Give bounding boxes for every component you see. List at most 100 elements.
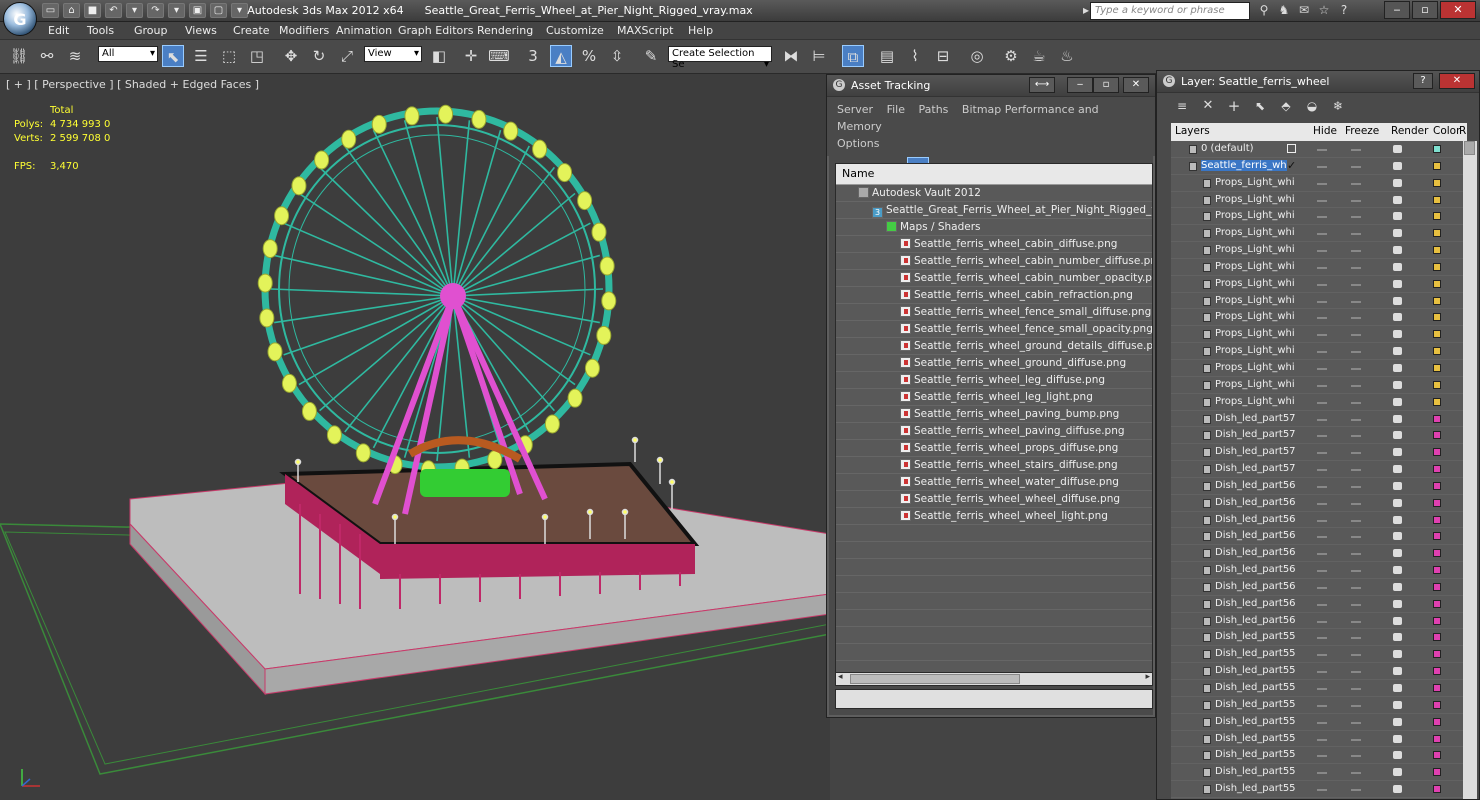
layer-color-swatch[interactable] xyxy=(1433,582,1441,591)
teapot-render-icon[interactable] xyxy=(1393,347,1402,356)
layer-hide-toggle[interactable] xyxy=(1317,250,1327,253)
layer-name[interactable]: Props_Light_whi xyxy=(1215,177,1301,188)
layer-hide-toggle[interactable] xyxy=(1317,502,1327,505)
teapot-render-icon[interactable] xyxy=(1393,414,1402,423)
layer-row[interactable]: Dish_led_part55 xyxy=(1171,781,1463,798)
layer-freeze-toggle[interactable] xyxy=(1351,620,1361,623)
layer-hide-toggle[interactable] xyxy=(1317,165,1327,168)
layer-row[interactable]: Dish_led_part56 xyxy=(1171,495,1463,512)
menu-modifiers[interactable]: Modifiers xyxy=(279,24,329,37)
layer-freeze-toggle[interactable] xyxy=(1351,266,1361,269)
maximize-button[interactable]: ▫ xyxy=(1412,1,1438,19)
create-layer-icon[interactable]: ≡ xyxy=(1171,95,1193,117)
layer-hide-toggle[interactable] xyxy=(1317,216,1327,219)
asset-tree-row[interactable]: Seattle_ferris_wheel_cabin_refraction.pn… xyxy=(836,287,1152,304)
layer-freeze-toggle[interactable] xyxy=(1351,721,1361,724)
layer-color-swatch[interactable] xyxy=(1433,667,1441,676)
layer-freeze-toggle[interactable] xyxy=(1351,384,1361,387)
layer-freeze-toggle[interactable] xyxy=(1351,317,1361,320)
asset-menu-file[interactable]: File xyxy=(887,103,905,116)
menu-create[interactable]: Create xyxy=(233,24,270,37)
layer-row[interactable]: 0 (default) xyxy=(1171,141,1463,158)
asset-tree-row[interactable]: Autodesk Vault 2012 xyxy=(836,185,1152,202)
graphite-toolbar-icon[interactable]: ▤ xyxy=(876,45,898,67)
layer-freeze-toggle[interactable] xyxy=(1351,485,1361,488)
select-object-icon[interactable]: ⬉ xyxy=(162,45,184,67)
layer-color-swatch[interactable] xyxy=(1433,313,1441,322)
layer-name[interactable]: Dish_led_part56 xyxy=(1215,581,1301,592)
layer-hide-toggle[interactable] xyxy=(1317,266,1327,269)
teapot-render-icon[interactable] xyxy=(1393,195,1402,204)
layer-name[interactable]: Dish_led_part55 xyxy=(1215,682,1301,693)
layer-row[interactable]: Dish_led_part55 xyxy=(1171,629,1463,647)
layer-hide-toggle[interactable] xyxy=(1317,755,1327,758)
layer-name[interactable]: Dish_led_part57 xyxy=(1215,429,1301,440)
layer-name[interactable]: Props_Light_whi xyxy=(1215,379,1301,390)
layer-color-swatch[interactable] xyxy=(1433,229,1441,238)
layer-freeze-toggle[interactable] xyxy=(1351,654,1361,657)
current-layer-icon[interactable] xyxy=(1287,144,1296,153)
named-selection-dropdown[interactable]: Create Selection Se ▾ xyxy=(668,46,772,70)
asset-menu-server[interactable]: Server xyxy=(837,103,873,116)
asset-tree-view[interactable]: Name Autodesk Vault 2012 3 Seattle_Great_F… xyxy=(835,163,1153,673)
layer-row[interactable]: Props_Light_whi xyxy=(1171,343,1463,360)
layer-name[interactable]: Dish_led_part57 xyxy=(1215,446,1301,457)
delete-layer-icon[interactable]: ✕ xyxy=(1197,95,1219,117)
radiosity-column-header[interactable]: R xyxy=(1459,125,1466,137)
add-to-layer-icon[interactable]: + xyxy=(1223,95,1245,117)
teapot-render-icon[interactable] xyxy=(1393,498,1402,507)
layer-color-swatch[interactable] xyxy=(1433,785,1441,794)
layer-row[interactable]: Props_Light_whi xyxy=(1171,208,1463,226)
layer-row[interactable]: Dish_led_part57 xyxy=(1171,444,1463,462)
scroll-left-icon[interactable]: ◂ xyxy=(838,672,843,682)
layer-color-swatch[interactable] xyxy=(1433,246,1441,255)
layer-color-swatch[interactable] xyxy=(1433,178,1441,187)
layer-hide-toggle[interactable] xyxy=(1317,367,1327,370)
layer-name[interactable]: Props_Light_whi xyxy=(1215,328,1301,339)
layer-name[interactable]: Dish_led_part56 xyxy=(1215,564,1301,575)
layer-row[interactable]: Props_Light_whi xyxy=(1171,192,1463,209)
layer-freeze-toggle[interactable] xyxy=(1351,216,1361,219)
asset-tree-row[interactable]: Seattle_ferris_wheel_leg_diffuse.png xyxy=(836,372,1152,389)
layer-freeze-toggle[interactable] xyxy=(1351,418,1361,421)
layer-hide-toggle[interactable] xyxy=(1317,435,1327,438)
teapot-render-icon[interactable] xyxy=(1393,785,1402,794)
asset-tree-row[interactable]: Seattle_ferris_wheel_cabin_diffuse.png xyxy=(836,236,1152,253)
layer-name[interactable]: Dish_led_part56 xyxy=(1215,547,1301,558)
layer-freeze-toggle[interactable] xyxy=(1351,149,1361,151)
layer-color-swatch[interactable] xyxy=(1433,700,1441,709)
layer-row[interactable]: Dish_led_part56 xyxy=(1171,528,1463,546)
pivot-center-icon[interactable]: ◧ xyxy=(428,45,450,67)
asset-tree-row[interactable]: Seattle_ferris_wheel_paving_bump.png xyxy=(836,406,1152,423)
layer-row[interactable]: Dish_led_part56 xyxy=(1171,545,1463,563)
teapot-render-icon[interactable] xyxy=(1393,380,1402,389)
search-input[interactable]: Type a keyword or phrase xyxy=(1090,2,1250,20)
align-icon[interactable]: ⊨ xyxy=(808,45,830,67)
teapot-render-icon[interactable] xyxy=(1393,145,1402,153)
teapot-render-icon[interactable] xyxy=(1393,212,1402,221)
layer-row[interactable]: Dish_led_part56 xyxy=(1171,579,1463,596)
layer-hide-toggle[interactable] xyxy=(1317,654,1327,657)
layer-name[interactable]: Props_Light_whi xyxy=(1215,311,1301,322)
layer-freeze-toggle[interactable] xyxy=(1351,233,1361,236)
layer-row[interactable]: Props_Light_whi xyxy=(1171,225,1463,243)
teapot-render-icon[interactable] xyxy=(1393,515,1402,524)
layer-color-swatch[interactable] xyxy=(1433,532,1441,541)
asset-tree-row[interactable]: Seattle_ferris_wheel_ground_details_diff… xyxy=(836,338,1152,355)
layer-row[interactable]: Props_Light_whi xyxy=(1171,326,1463,344)
layer-name[interactable]: Dish_led_part55 xyxy=(1215,648,1301,659)
layer-name[interactable]: Props_Light_whi xyxy=(1215,396,1301,407)
app-logo-icon[interactable]: G xyxy=(3,2,37,36)
menu-group[interactable]: Group xyxy=(134,24,168,37)
spinner-snap-icon[interactable]: ⇳ xyxy=(606,45,628,67)
layer-hide-toggle[interactable] xyxy=(1317,586,1327,589)
render-setup-icon[interactable]: ⚙ xyxy=(1000,45,1022,67)
menu-animation[interactable]: Animation xyxy=(336,24,392,37)
layer-color-swatch[interactable] xyxy=(1433,363,1441,372)
layer-hide-toggle[interactable] xyxy=(1317,485,1327,488)
teapot-render-icon[interactable] xyxy=(1393,313,1402,322)
layer-name[interactable]: Props_Light_whi xyxy=(1215,210,1301,221)
layer-freeze-toggle[interactable] xyxy=(1351,755,1361,758)
layer-freeze-toggle[interactable] xyxy=(1351,772,1361,775)
link-icon[interactable]: ⛓ xyxy=(8,45,30,67)
